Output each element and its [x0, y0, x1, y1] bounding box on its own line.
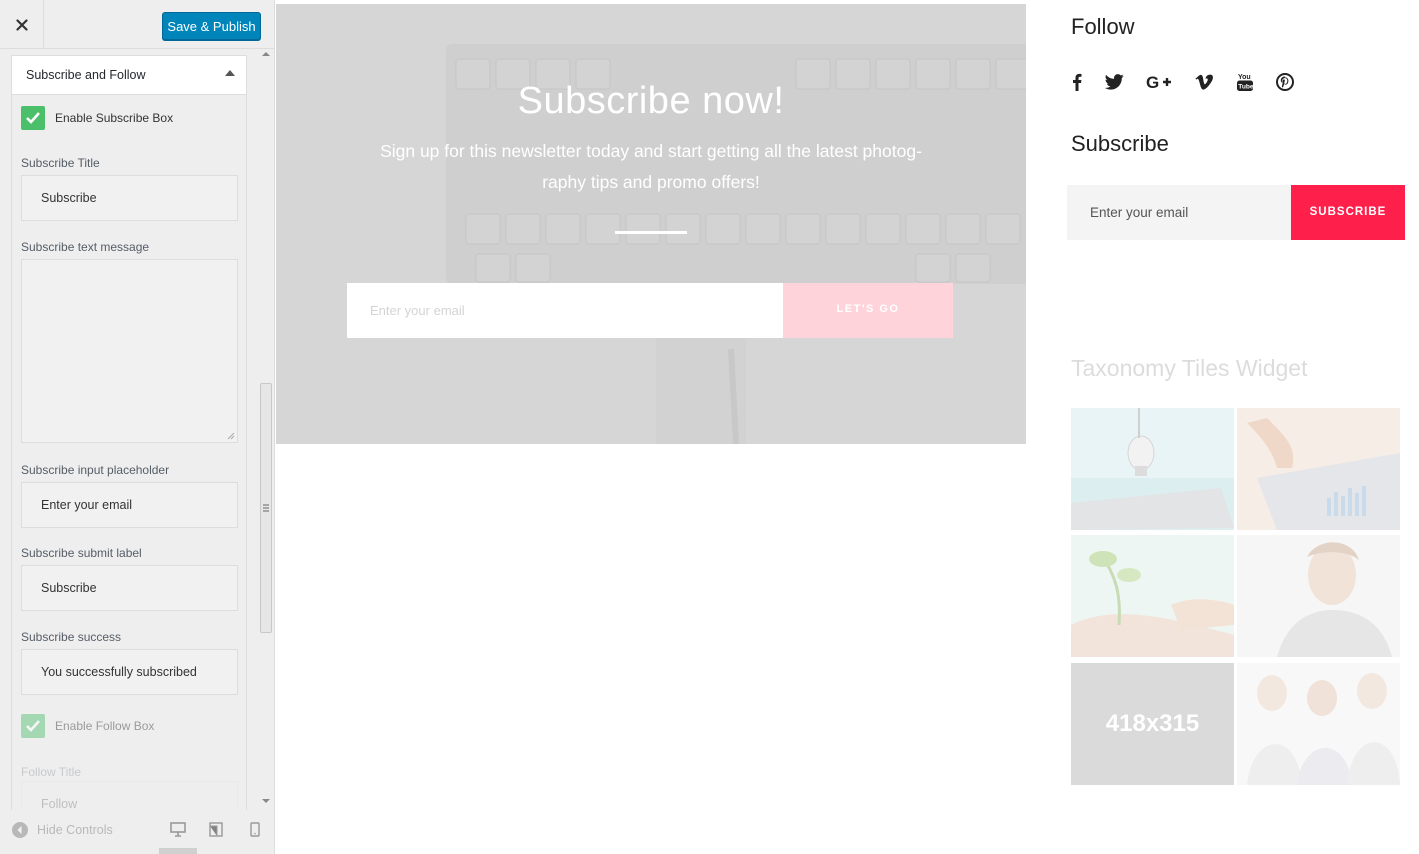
close-icon [15, 18, 28, 31]
twitter-link[interactable] [1101, 70, 1127, 94]
man-portrait-image [1237, 535, 1400, 657]
subscribe-text-textarea[interactable] [21, 259, 238, 443]
close-customizer-button[interactable] [0, 0, 44, 49]
enable-subscribe-label: Enable Subscribe Box [55, 111, 174, 125]
section-body: Enable Subscribe Box Subscribe Title Sub… [11, 95, 247, 810]
taxonomy-tile[interactable]: 418x315 [1071, 663, 1234, 785]
sidebar-scrollbar[interactable] [258, 49, 274, 810]
facebook-icon [1073, 73, 1082, 91]
follow-title-input[interactable]: Follow [21, 781, 238, 810]
customizer-footer: Hide Controls [0, 810, 274, 854]
follow-widget-title: Follow [1071, 14, 1135, 39]
facebook-link[interactable] [1064, 70, 1090, 94]
business-team-image [1237, 663, 1400, 785]
resize-grip-icon[interactable] [227, 432, 235, 440]
collapse-arrow-left-icon [12, 822, 28, 838]
pinterest-link[interactable] [1272, 70, 1298, 94]
collapse-arrow-icon [225, 70, 235, 76]
follow-title-label: Follow Title [21, 765, 82, 779]
enable-follow-label: Enable Follow Box [55, 719, 155, 733]
subscribe-title-label: Subscribe Title [21, 156, 100, 170]
vimeo-link[interactable] [1191, 70, 1217, 94]
youtube-link[interactable]: You Tube [1232, 70, 1258, 94]
taxonomy-tile[interactable] [1237, 408, 1400, 530]
mobile-preview-icon[interactable] [250, 822, 260, 837]
twitter-icon [1104, 74, 1124, 90]
pinterest-icon [1276, 73, 1294, 91]
save-publish-button[interactable]: Save & Publish [162, 12, 261, 40]
checkbox-checked-icon [21, 714, 45, 738]
widget-email-input[interactable]: Enter your email [1067, 185, 1291, 240]
submit-label-label: Subscribe submit label [21, 546, 142, 560]
checkbox-checked-icon [21, 106, 45, 130]
hero-title: Subscribe now! [517, 80, 785, 122]
hero-subscribe-section: Subscribe now! Sign up for this newslett… [276, 4, 1026, 444]
hero-divider [615, 231, 687, 234]
tablet-chart-image [1237, 408, 1400, 530]
hero-email-input[interactable]: Enter your email [347, 283, 783, 338]
keyboard-background-image [276, 4, 1026, 444]
subscribe-text-label: Subscribe text message [21, 240, 150, 254]
lightbulb-tablet-image [1071, 408, 1234, 530]
svg-text:G: G [1146, 73, 1159, 91]
enable-follow-checkbox[interactable]: Enable Follow Box [21, 714, 154, 738]
subscribe-widget-title: Subscribe [1071, 131, 1169, 156]
taxonomy-widget-title: Taxonomy Tiles Widget [1071, 355, 1308, 381]
success-input[interactable]: You successfully subscribed [21, 649, 238, 695]
section-header-subscribe-follow[interactable]: Subscribe and Follow [11, 55, 247, 95]
scroll-down-icon[interactable] [262, 798, 270, 804]
tablet-preview-icon[interactable] [209, 822, 223, 837]
placeholder-input[interactable]: Enter your email [21, 482, 238, 528]
hide-controls-label: Hide Controls [37, 823, 113, 837]
active-device-indicator [159, 848, 197, 854]
desktop-preview-icon[interactable] [170, 822, 186, 837]
enable-subscribe-checkbox[interactable]: Enable Subscribe Box [21, 106, 173, 130]
hide-controls-button[interactable]: Hide Controls [12, 822, 113, 838]
svg-text:You: You [1238, 74, 1251, 81]
customizer-header: Save & Publish [0, 0, 274, 49]
widget-subscribe-button[interactable]: SUBSCRIBE [1291, 185, 1405, 240]
customizer-panel[interactable]: Subscribe and Follow Enable Subscribe Bo… [0, 49, 258, 810]
sprout-hands-image [1071, 535, 1234, 657]
taxonomy-tile[interactable] [1237, 663, 1400, 785]
taxonomy-tile[interactable] [1071, 408, 1234, 530]
section-title: Subscribe and Follow [26, 68, 146, 82]
hero-submit-button[interactable]: LET'S GO [783, 283, 953, 338]
svg-text:Tube: Tube [1238, 84, 1253, 91]
scrollbar-thumb[interactable] [260, 383, 272, 633]
submit-label-input[interactable]: Subscribe [21, 565, 238, 611]
hero-description: Sign up for this newsletter today and st… [380, 141, 922, 192]
placeholder-tile-label: 418x315 [1105, 710, 1200, 737]
google-plus-icon: G [1146, 73, 1171, 91]
vimeo-icon [1195, 74, 1213, 90]
taxonomy-tile[interactable] [1071, 535, 1234, 657]
scroll-up-icon[interactable] [262, 51, 270, 57]
google-plus-link[interactable]: G [1144, 70, 1174, 94]
grip-icon [263, 504, 269, 512]
customizer-sidebar: Save & Publish Subscribe and Follow Enab… [0, 0, 275, 854]
subscribe-title-input[interactable]: Subscribe [21, 175, 238, 221]
placeholder-label: Subscribe input placeholder [21, 463, 170, 477]
youtube-icon: You Tube [1237, 74, 1253, 91]
success-label: Subscribe success [21, 630, 122, 644]
taxonomy-tile[interactable] [1237, 535, 1400, 657]
